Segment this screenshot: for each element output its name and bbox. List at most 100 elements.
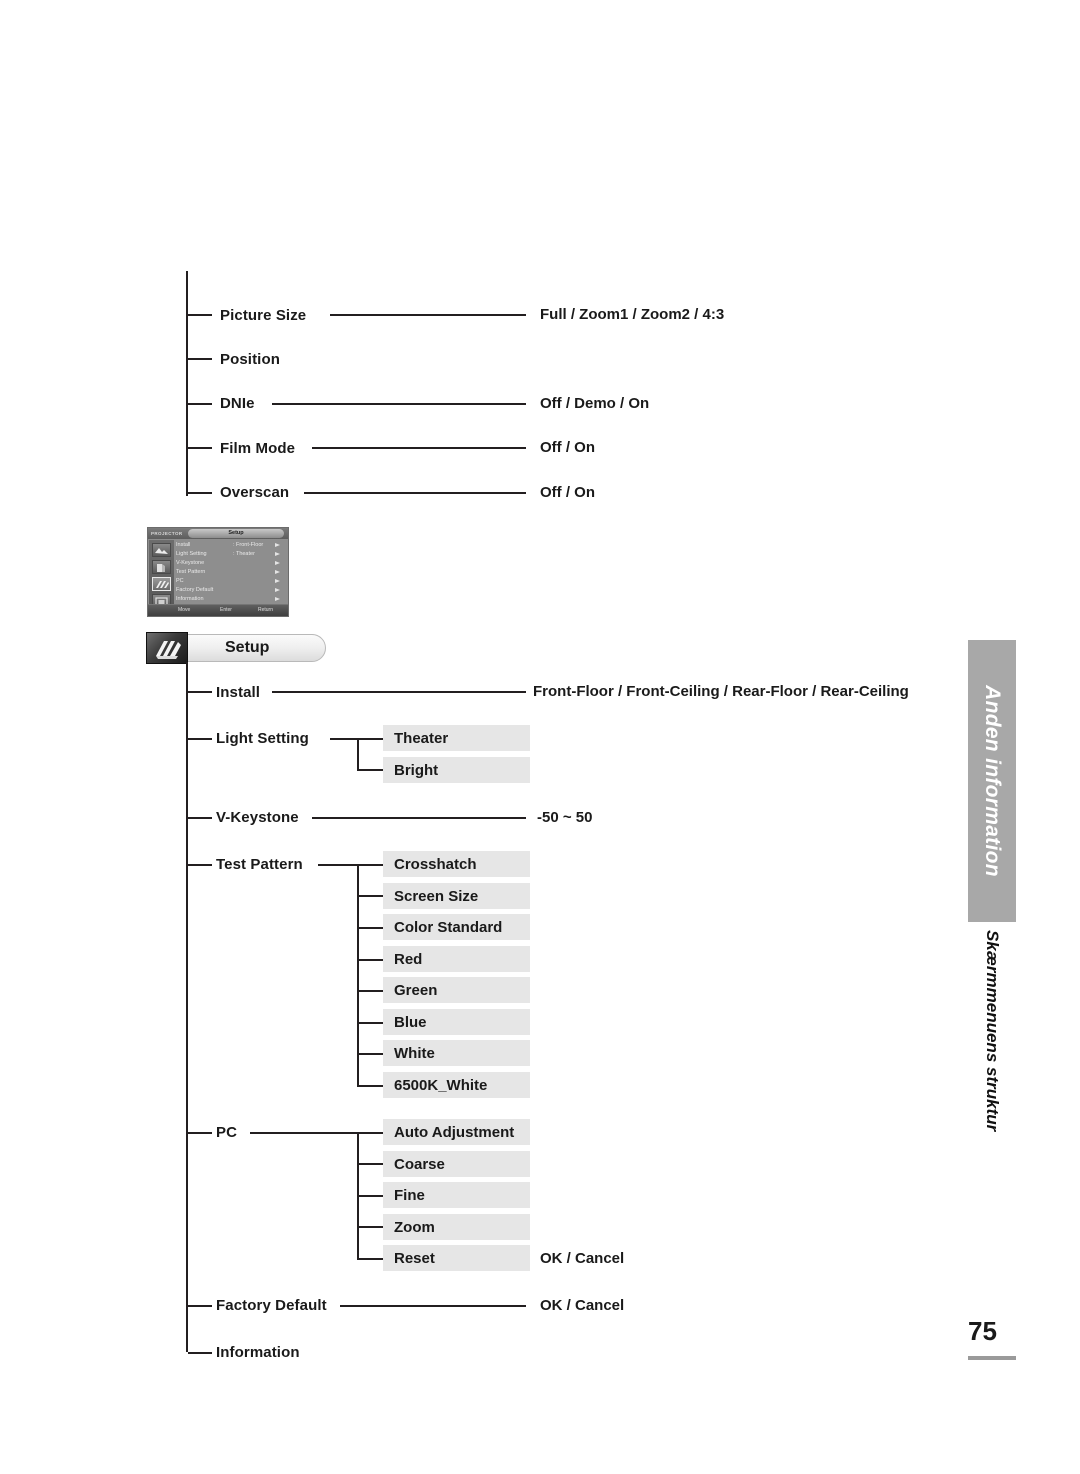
setup-option-theater[interactable]: Theater [383, 725, 530, 751]
option-label: Reset [394, 1249, 435, 1267]
setup-option-fine[interactable]: Fine [383, 1182, 530, 1208]
setup-tree-spine [186, 688, 188, 1352]
top-tree-tick-4 [188, 492, 212, 494]
osd-row-key: Test Pattern [176, 569, 206, 575]
osd-row-value: : Theater [233, 551, 255, 557]
option-label: 6500K_White [394, 1076, 488, 1094]
setup-tick-pc [188, 1132, 212, 1134]
setup-option-screen-size[interactable]: Screen Size [383, 883, 530, 909]
setup-subtick-pc-4 [357, 1258, 383, 1260]
setup-value-v-keystone: -50 ~ 50 [537, 809, 593, 826]
setup-option-color-standard[interactable]: Color Standard [383, 914, 530, 940]
osd-icon-picture[interactable] [152, 543, 171, 557]
option-label: White [394, 1044, 435, 1062]
osd-icon-sound[interactable] [152, 560, 171, 574]
osd-row-v-keystone[interactable]: V-Keystone [176, 559, 286, 568]
setup-value-factory-default: OK / Cancel [540, 1297, 625, 1314]
setup-subtick-tp-6 [357, 1053, 383, 1055]
osd-brand-label: PROJECTOR [151, 531, 183, 536]
setup-subspine-test-pattern [357, 864, 359, 1085]
top-value-overscan: Off / On [540, 484, 595, 501]
chevron-right-icon [275, 579, 280, 583]
side-tab-chapter: Anden information [968, 640, 1016, 922]
setup-subtick-light-1 [357, 769, 383, 771]
setup-connector-v-keystone [312, 817, 526, 819]
setup-node-pc: PC [216, 1124, 238, 1141]
setup-node-test-pattern: Test Pattern [216, 856, 303, 873]
setup-option-crosshatch[interactable]: Crosshatch [383, 851, 530, 877]
setup-option-blue[interactable]: Blue [383, 1009, 530, 1035]
chevron-right-icon [275, 561, 280, 565]
osd-row-factory-default[interactable]: Factory Default [176, 586, 286, 595]
setup-node-install: Install [216, 684, 261, 701]
chevron-right-icon [275, 543, 280, 547]
osd-hint-enter: Enter [220, 607, 232, 613]
option-label: Auto Adjustment [394, 1123, 515, 1141]
option-label: Theater [394, 729, 449, 747]
top-value-picture-size: Full / Zoom1 / Zoom2 / 4:3 [540, 306, 725, 323]
top-tree-spine [186, 271, 188, 496]
setup-subtick-tp-1 [357, 895, 383, 897]
setup-subtick-tp-3 [357, 959, 383, 961]
setup-branch-pc [250, 1132, 358, 1134]
chevron-right-icon [275, 597, 280, 601]
top-node-picture-size: Picture Size [220, 307, 307, 324]
setup-subspine-light-setting [357, 738, 359, 770]
option-label: Color Standard [394, 918, 503, 936]
osd-row-install[interactable]: Install : Front-Floor [176, 541, 286, 550]
osd-icon-setup[interactable] [152, 577, 171, 591]
top-connector-3 [312, 447, 526, 449]
osd-icon-column [149, 540, 174, 608]
osd-row-information[interactable]: Information [176, 595, 286, 604]
option-label: Green [394, 981, 438, 999]
top-node-overscan: Overscan [220, 484, 290, 501]
top-value-dnie: Off / Demo / On [540, 395, 650, 412]
osd-row-key: Information [176, 596, 204, 602]
osd-hint-move: Move [178, 607, 191, 613]
option-label: Zoom [394, 1218, 435, 1236]
top-connector-4 [304, 492, 526, 494]
setup-tick-light-setting [188, 738, 212, 740]
setup-option-zoom[interactable]: Zoom [383, 1214, 530, 1240]
top-value-film-mode: Off / On [540, 439, 595, 456]
side-tab-section: Skærmmenuens struktur [977, 930, 1007, 1150]
osd-row-pc[interactable]: PC [176, 577, 286, 586]
option-label: Bright [394, 761, 439, 779]
setup-subtick-pc-0 [357, 1132, 383, 1134]
side-sub-label: Skærmmenuens struktur [983, 930, 1002, 1132]
setup-option-white[interactable]: White [383, 1040, 530, 1066]
osd-row-light-setting[interactable]: Light Setting : Theater [176, 550, 286, 559]
setup-value-reset: OK / Cancel [540, 1250, 625, 1267]
chevron-right-icon [275, 588, 280, 592]
setup-subtick-tp-4 [357, 990, 383, 992]
setup-option-red[interactable]: Red [383, 946, 530, 972]
setup-option-auto-adjustment[interactable]: Auto Adjustment [383, 1119, 530, 1145]
setup-option-bright[interactable]: Bright [383, 757, 530, 783]
osd-hint-bar: Move Enter Return [148, 604, 288, 616]
chevron-right-icon [275, 552, 280, 556]
setup-tick-install [188, 691, 212, 693]
setup-header-stub [186, 662, 188, 688]
setup-subtick-tp-0 [357, 864, 383, 866]
top-node-film-mode: Film Mode [220, 440, 296, 457]
top-node-position: Position [220, 351, 280, 368]
setup-subtick-pc-3 [357, 1226, 383, 1228]
osd-hint-return: Return [258, 607, 274, 613]
setup-subtick-tp-5 [357, 1022, 383, 1024]
setup-option-6500k-white[interactable]: 6500K_White [383, 1072, 530, 1098]
setup-node-v-keystone: V-Keystone [216, 809, 299, 826]
page-number-rule [968, 1356, 1016, 1360]
page-number: 75 [968, 1316, 997, 1346]
osd-row-key: Install [176, 542, 191, 548]
osd-title-label: Setup [228, 530, 244, 536]
osd-row-test-pattern[interactable]: Test Pattern [176, 568, 286, 577]
top-connector-2 [272, 403, 526, 405]
setup-option-green[interactable]: Green [383, 977, 530, 1003]
setup-option-coarse[interactable]: Coarse [383, 1151, 530, 1177]
option-label: Red [394, 950, 423, 968]
setup-hand-icon [146, 632, 188, 664]
side-tab-label: Anden information [981, 685, 1004, 877]
option-label: Blue [394, 1013, 427, 1031]
top-tree-tick-0 [188, 314, 212, 316]
setup-option-reset[interactable]: Reset [383, 1245, 530, 1271]
